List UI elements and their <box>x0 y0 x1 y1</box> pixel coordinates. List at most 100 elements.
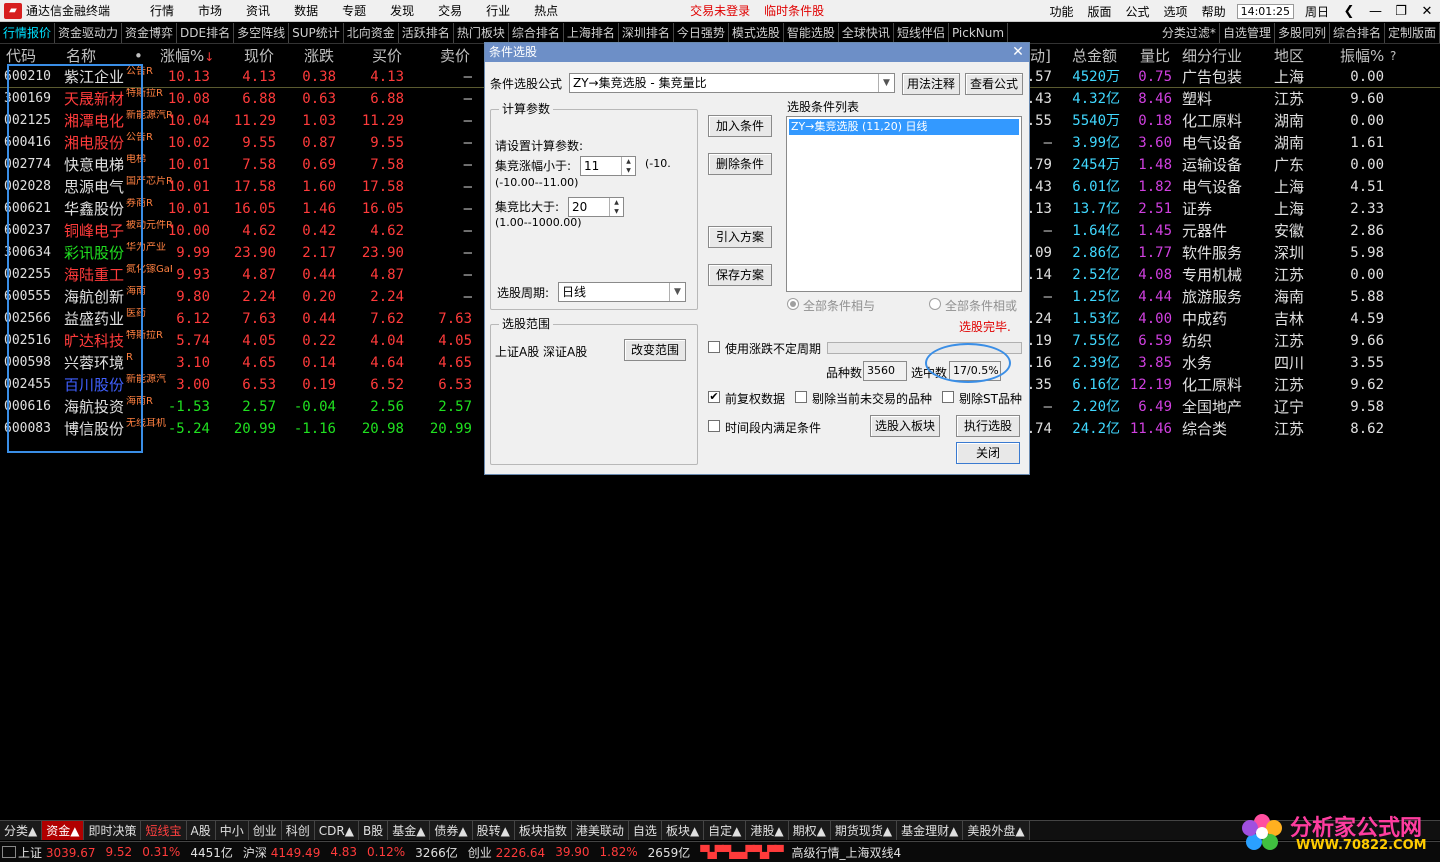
right-tab-item[interactable]: 分类过滤* <box>1159 23 1220 43</box>
bottom-tab[interactable]: 股转▲ <box>472 821 515 840</box>
save-plan-button[interactable]: 保存方案 <box>708 264 772 286</box>
radio-or[interactable] <box>929 298 941 310</box>
bottom-tab[interactable]: 即时决策 <box>84 821 142 840</box>
bottom-tab[interactable]: 期权▲ <box>788 821 831 840</box>
restore-icon[interactable]: ❐ <box>1388 4 1414 19</box>
menu-item[interactable]: 热点 <box>522 2 570 19</box>
formula-select[interactable]: ZY→集竞选股 - 集竞量比 ▼ <box>569 73 895 93</box>
menu-item[interactable]: 资讯 <box>234 2 282 19</box>
bottom-tab[interactable]: 中小 <box>215 821 249 840</box>
right-menu-item[interactable]: 功能 <box>1043 3 1081 20</box>
col-region[interactable]: 地区 <box>1274 45 1304 67</box>
bottom-tab[interactable]: 基金理财▲ <box>897 821 964 840</box>
bottom-tab[interactable]: 港美联动 <box>571 821 629 840</box>
bottom-tab[interactable]: 债券▲ <box>430 821 473 840</box>
close-button[interactable]: 关闭 <box>956 442 1020 464</box>
uncertain-period-checkbox[interactable] <box>708 341 720 353</box>
menu-item[interactable]: 行情 <box>138 2 186 19</box>
param1-input[interactable]: 11 ▲ ▼ <box>580 156 636 176</box>
time-range-checkbox[interactable] <box>708 420 720 432</box>
dialog-close-icon[interactable]: ✕ <box>1011 43 1025 62</box>
param2-input[interactable]: 20 ▲ ▼ <box>568 197 624 217</box>
minimize-icon[interactable]: — <box>1362 4 1388 19</box>
tab-item[interactable]: 智能选股 <box>784 23 839 43</box>
bottom-tab[interactable]: CDR▲ <box>314 821 359 840</box>
radio-and[interactable] <box>787 298 799 310</box>
exclude-st-checkbox[interactable] <box>942 391 954 403</box>
bottom-tab[interactable]: 港股▲ <box>746 821 789 840</box>
tab-item[interactable]: 模式选股 <box>729 23 784 43</box>
exclude-halt-checkbox[interactable] <box>795 391 807 403</box>
condition-list-item[interactable]: ZY→集竞选股 (11,20) 日线 <box>789 119 1019 135</box>
tab-item[interactable]: 资金驱动力 <box>55 23 123 43</box>
bottom-tab[interactable]: 基金▲ <box>388 821 431 840</box>
tab-item[interactable]: 综合排名 <box>509 23 564 43</box>
login-status[interactable]: 交易未登录 <box>690 2 750 19</box>
tab-item[interactable]: 北向资金 <box>344 23 399 43</box>
right-menu-item[interactable]: 帮助 <box>1195 3 1233 20</box>
spinner-icon[interactable]: ▲ ▼ <box>621 157 635 175</box>
bottom-tab[interactable]: B股 <box>358 821 389 840</box>
tab-item[interactable]: PickNum <box>949 23 1009 43</box>
bottom-tab[interactable]: A股 <box>186 821 216 840</box>
tab-item[interactable]: 深圳排名 <box>619 23 674 43</box>
menu-item[interactable]: 发现 <box>378 2 426 19</box>
bottom-tab[interactable]: 板块▲ <box>661 821 705 840</box>
bottom-tab[interactable]: 期货现货▲ <box>830 821 898 840</box>
tab-item[interactable]: 今日强势 <box>674 23 729 43</box>
col-chg[interactable]: 涨跌 <box>304 45 334 67</box>
menu-item[interactable]: 行业 <box>474 2 522 19</box>
right-tab-item[interactable]: 多股同列 <box>1275 23 1330 43</box>
right-menu-item[interactable]: 选项 <box>1157 3 1195 20</box>
bottom-tab[interactable]: 板块指数 <box>514 821 572 840</box>
bottom-tab[interactable]: 科创 <box>281 821 315 840</box>
bottom-tab[interactable]: 分类▲ <box>0 821 43 840</box>
col-ratio[interactable]: 动] <box>1030 45 1051 67</box>
close-icon[interactable]: ✕ <box>1414 4 1440 19</box>
server-name[interactable]: 高级行情_上海双线4 <box>792 844 902 861</box>
tab-item[interactable]: 行情报价 <box>0 23 56 43</box>
bottom-tab[interactable]: 自定▲ <box>704 821 747 840</box>
view-formula-button[interactable]: 查看公式 <box>965 73 1023 95</box>
right-tab-item[interactable]: 综合排名 <box>1330 23 1385 43</box>
change-scope-button[interactable]: 改变范围 <box>624 339 686 361</box>
right-menu-item[interactable]: 版面 <box>1081 3 1119 20</box>
col-amount[interactable]: 总金额 <box>1072 45 1117 67</box>
bottom-tab[interactable]: 自选 <box>628 821 662 840</box>
adjust-checkbox[interactable]: ✔ <box>708 391 720 403</box>
tab-item[interactable]: DDE排名 <box>177 23 235 43</box>
usage-notes-button[interactable]: 用法注释 <box>902 73 960 95</box>
right-tab-item[interactable]: 定制版面 <box>1385 23 1440 43</box>
col-amp[interactable]: 振幅% <box>1340 45 1384 67</box>
bottom-tab[interactable]: 资金▲ <box>42 821 85 840</box>
menu-item[interactable]: 市场 <box>186 2 234 19</box>
tab-item[interactable]: 短线伴侣 <box>894 23 949 43</box>
dialog-titlebar[interactable]: 条件选股 ✕ <box>485 43 1029 62</box>
tab-item[interactable]: 上海排名 <box>564 23 619 43</box>
col-volratio[interactable]: 量比 <box>1140 45 1170 67</box>
back-icon[interactable]: ❮ <box>1336 4 1362 19</box>
period-select[interactable]: 日线 ▼ <box>558 282 686 302</box>
tab-item[interactable]: 多空阵线 <box>234 23 290 43</box>
col-bid[interactable]: 买价 <box>372 45 402 67</box>
tab-item[interactable]: SUP统计 <box>289 23 344 43</box>
tab-item[interactable]: 活跃排名 <box>399 23 454 43</box>
temp-condition-stock[interactable]: 临时条件股 <box>764 2 824 19</box>
tab-item[interactable]: 热门板块 <box>454 23 509 43</box>
col-industry[interactable]: 细分行业 <box>1182 45 1242 67</box>
bottom-tab[interactable]: 短线宝 <box>141 821 187 840</box>
col-price[interactable]: 现价 <box>244 45 274 67</box>
col-pct[interactable]: 涨幅%↓ <box>160 45 214 67</box>
delete-condition-button[interactable]: 删除条件 <box>708 153 772 175</box>
execute-button[interactable]: 执行选股 <box>956 415 1020 437</box>
bottom-tab[interactable]: 创业 <box>248 821 282 840</box>
menu-item[interactable]: 交易 <box>426 2 474 19</box>
help-icon[interactable]: ? <box>1390 45 1396 67</box>
right-tab-item[interactable]: 自选管理 <box>1220 23 1275 43</box>
to-block-button[interactable]: 选股入板块 <box>870 415 940 437</box>
spinner-icon[interactable]: ▲ ▼ <box>609 198 623 216</box>
import-plan-button[interactable]: 引入方案 <box>708 226 772 248</box>
add-condition-button[interactable]: 加入条件 <box>708 115 772 137</box>
right-menu-item[interactable]: 公式 <box>1119 3 1157 20</box>
bottom-tab[interactable]: 美股外盘▲ <box>963 821 1030 840</box>
